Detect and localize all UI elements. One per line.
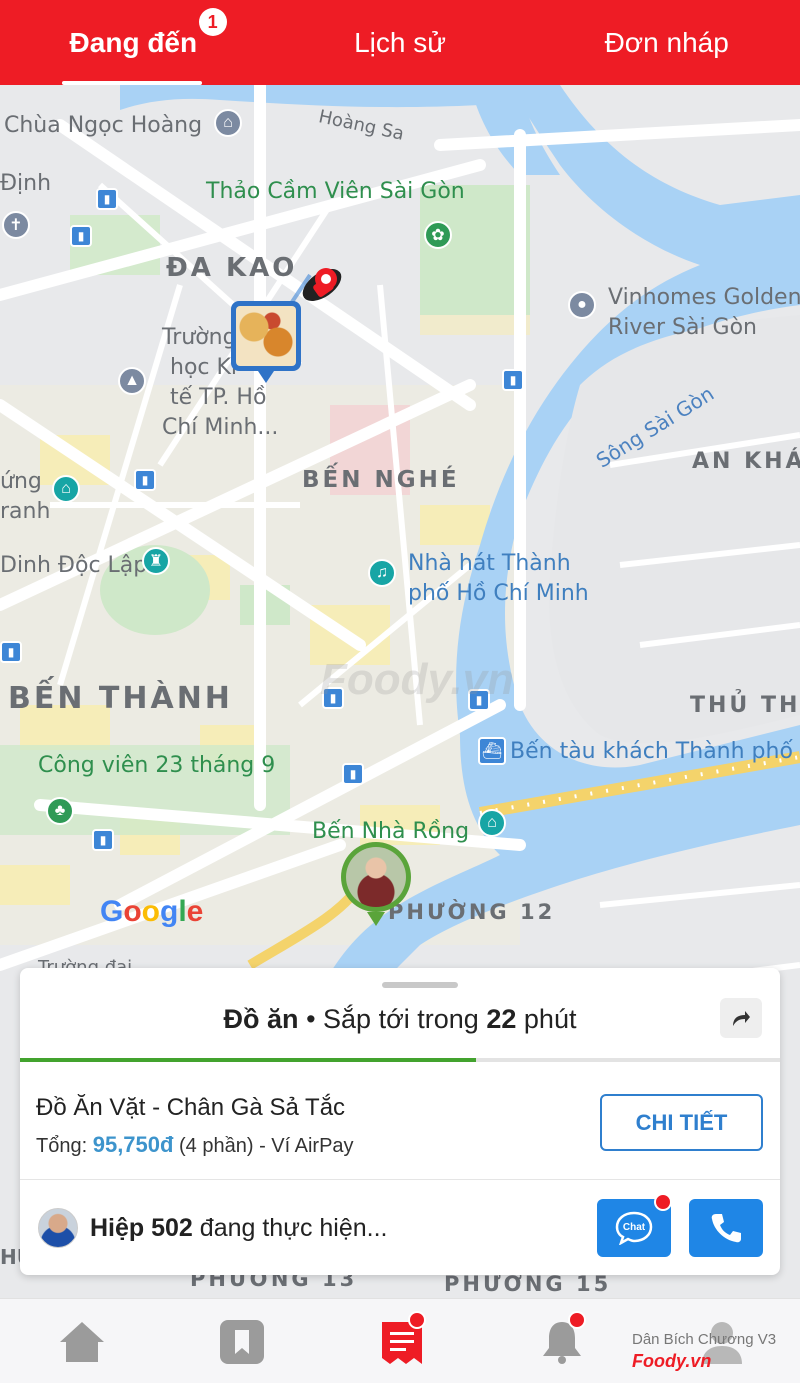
map-label-anh: ranh [0, 499, 51, 524]
bus-stop-icon[interactable]: ▮ [0, 641, 22, 663]
photo-credit: Dân Bích Chương V3 [632, 1331, 777, 1348]
tab-lich-su-label: Lịch sử [354, 26, 446, 58]
delivery-progress-bar [20, 1058, 780, 1062]
bus-stop-icon[interactable]: ▮ [92, 829, 114, 851]
map-label-phuong-15: PHƯỜNG 15 [444, 1272, 612, 1296]
google-logo: Google [100, 895, 204, 928]
order-total: Tổng: 95,750đ (4 phần) - Ví AirPay [36, 1132, 354, 1158]
theater-icon[interactable]: ♫ [368, 559, 396, 587]
total-amount: 95,750đ [92, 1132, 174, 1157]
chat-bubble-icon: Chat [615, 1211, 653, 1245]
tab-dang-den-badge: 1 [198, 8, 227, 36]
museum-icon[interactable]: ⌂ [52, 475, 80, 503]
map-label-an-kha: AN KHÁ [692, 449, 800, 474]
eta-minutes: 22 [486, 1004, 517, 1034]
map-label-da-kao: ĐA KAO [166, 253, 298, 283]
map-label-ben-thanh: BẾN THÀNH [8, 681, 233, 716]
status-separator: • [306, 1004, 324, 1034]
tab-don-nhap-label: Đơn nháp [604, 26, 729, 58]
order-status-card[interactable]: Đồ ăn • Sắp tới trong 22 phút Đồ Ăn Vặt … [20, 968, 780, 1275]
landmark-icon[interactable]: ⌂ [478, 809, 506, 837]
temple-icon[interactable]: ⌂ [214, 109, 242, 137]
map-label-cong-vien: Công viên 23 tháng 9 [38, 753, 276, 778]
card-divider [20, 1179, 780, 1180]
card-drag-handle[interactable] [382, 982, 458, 988]
tab-dang-den-label: Đang đến [69, 26, 198, 58]
eta-unit: phút [523, 1004, 577, 1034]
map-label-truong-1: Trường [162, 325, 237, 350]
map-label-thao-cam-vien: Thảo Cầm Viên Sài Gòn [206, 179, 465, 204]
foody-brand-watermark: Foody.vn [632, 1351, 712, 1371]
restaurant-photo [236, 306, 296, 366]
delivery-progress-fill [20, 1058, 476, 1062]
bus-stop-icon[interactable]: ▮ [70, 225, 92, 247]
map-label-chua-ngoc-hoang: Chùa Ngọc Hoàng [4, 113, 203, 138]
map-watermark: Foody.vn [320, 655, 514, 704]
driver-scooter-marker[interactable] [296, 257, 352, 307]
map-label-thu-thi: THỦ THI [690, 693, 800, 718]
map-label-truong-2: học Ki [170, 355, 238, 380]
map-label-nha-hat-2: phố Hồ Chí Minh [408, 581, 589, 606]
customer-avatar [346, 847, 406, 907]
order-status-line: Đồ ăn • Sắp tới trong 22 phút [20, 1004, 780, 1035]
orders-badge-dot [408, 1311, 426, 1329]
palace-icon[interactable]: ♜ [142, 547, 170, 575]
bus-stop-icon[interactable]: ▮ [502, 369, 524, 391]
map-label-nha-hat-1: Nhà hát Thành [408, 551, 571, 576]
ferry-icon[interactable]: ⛴ [478, 737, 506, 765]
bottom-navigation: Dân Bích Chương V3 Foody.vn [0, 1298, 800, 1383]
bus-stop-icon[interactable]: ▮ [134, 469, 156, 491]
chat-unread-dot [654, 1193, 672, 1211]
share-button[interactable] [720, 998, 762, 1038]
driver-status: đang thực hiện... [199, 1214, 388, 1242]
bus-stop-icon[interactable]: ▮ [96, 188, 118, 210]
map-label-truong-4: Chí Minh... [162, 415, 279, 440]
customer-marker[interactable] [341, 842, 411, 926]
restaurant-name: Đồ Ăn Vặt - Chân Gà Sả Tắc [36, 1094, 346, 1121]
home-icon [60, 1322, 104, 1362]
order-detail-button[interactable]: CHI TIẾT [600, 1094, 763, 1151]
nav-saved[interactable] [216, 1317, 268, 1367]
phone-icon [711, 1214, 741, 1243]
map-label-truong-3: tế TP. Hồ [170, 385, 267, 410]
share-arrow-icon [733, 1011, 750, 1026]
map-label-vinhomes-1: Vinhomes Golden [608, 285, 800, 310]
scooter-icon [302, 268, 342, 301]
map-label-ben-tau: Bến tàu khách Thành phố [510, 739, 793, 764]
driver-name: Hiệp 502 [90, 1214, 193, 1242]
zoo-icon[interactable]: ✿ [424, 221, 452, 249]
nav-home[interactable] [56, 1317, 108, 1367]
map-label-vinhomes-2: River Sài Gòn [608, 315, 757, 340]
chat-button-label: Chat [623, 1222, 646, 1233]
call-button[interactable] [689, 1199, 763, 1257]
map-label-dinh-doc-lap: Dinh Độc Lập [0, 553, 148, 578]
notifications-badge-dot [568, 1311, 586, 1329]
map-label-ben-nghe: BẾN NGHÉ [302, 467, 460, 493]
location-pin-icon[interactable]: ● [568, 291, 596, 319]
map-label-ben-nha-rong: Bến Nhà Rồng [312, 819, 470, 844]
restaurant-marker[interactable] [231, 301, 301, 383]
tab-lich-su[interactable]: Lịch sử [267, 0, 534, 85]
status-prefix: Sắp tới trong [323, 1004, 479, 1034]
map-label-ung: ứng [0, 469, 42, 494]
driver-avatar[interactable] [38, 1208, 78, 1248]
tab-dang-den[interactable]: Đang đến 1 [0, 0, 267, 85]
park-icon[interactable]: ♣ [46, 797, 74, 825]
total-label: Tổng: [36, 1135, 88, 1157]
bookmark-icon [220, 1320, 264, 1364]
bus-stop-icon[interactable]: ▮ [342, 763, 364, 785]
top-tab-bar: Đang đến 1 Lịch sử Đơn nháp [0, 0, 800, 85]
tab-don-nhap[interactable]: Đơn nháp [533, 0, 800, 85]
map-label-phuong-12: PHƯỜNG 12 [388, 900, 556, 924]
order-category: Đồ ăn [223, 1004, 299, 1034]
driver-status-line: Hiệp 502 đang thực hiện... [90, 1214, 388, 1243]
total-suffix: (4 phần) - Ví AirPay [179, 1135, 354, 1157]
map-label-dinh: Định [0, 171, 52, 196]
church-icon[interactable]: ✝ [2, 211, 30, 239]
school-icon[interactable]: ▲ [118, 367, 146, 395]
